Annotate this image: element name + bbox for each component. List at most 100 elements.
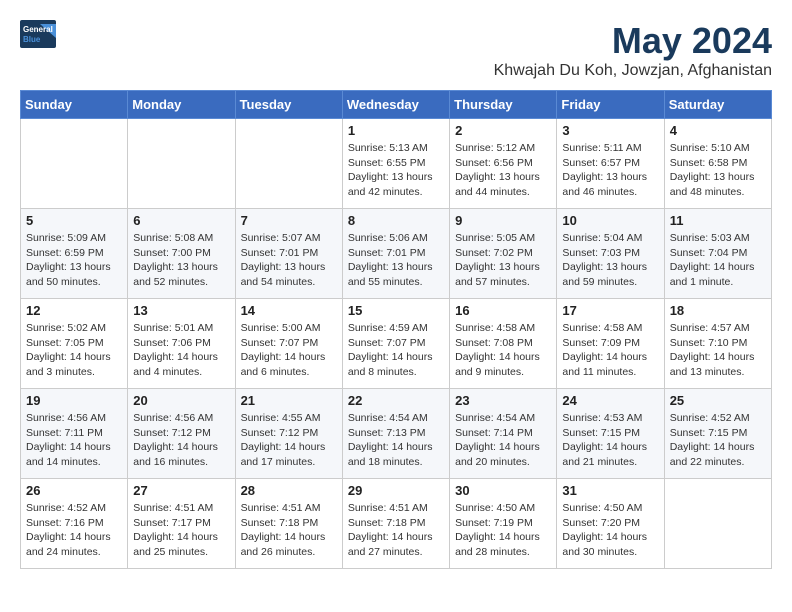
- day-info: Sunrise: 4:57 AM Sunset: 7:10 PM Dayligh…: [670, 321, 766, 380]
- day-number: 12: [26, 303, 122, 318]
- calendar-cell: 19 Sunrise: 4:56 AM Sunset: 7:11 PM Dayli…: [21, 389, 128, 479]
- calendar-cell: 2 Sunrise: 5:12 AM Sunset: 6:56 PM Daylig…: [450, 119, 557, 209]
- day-header-wednesday: Wednesday: [342, 91, 449, 119]
- day-number: 2: [455, 123, 551, 138]
- day-number: 31: [562, 483, 658, 498]
- calendar-cell: 26 Sunrise: 4:52 AM Sunset: 7:16 PM Dayli…: [21, 479, 128, 569]
- day-info: Sunrise: 5:11 AM Sunset: 6:57 PM Dayligh…: [562, 141, 658, 200]
- calendar-cell: 4 Sunrise: 5:10 AM Sunset: 6:58 PM Daylig…: [664, 119, 771, 209]
- day-info: Sunrise: 4:58 AM Sunset: 7:09 PM Dayligh…: [562, 321, 658, 380]
- day-number: 17: [562, 303, 658, 318]
- calendar-cell: 16 Sunrise: 4:58 AM Sunset: 7:08 PM Dayli…: [450, 299, 557, 389]
- day-header-sunday: Sunday: [21, 91, 128, 119]
- calendar-cell: 18 Sunrise: 4:57 AM Sunset: 7:10 PM Dayli…: [664, 299, 771, 389]
- day-number: 21: [241, 393, 337, 408]
- day-number: 28: [241, 483, 337, 498]
- day-info: Sunrise: 5:00 AM Sunset: 7:07 PM Dayligh…: [241, 321, 337, 380]
- day-info: Sunrise: 4:50 AM Sunset: 7:20 PM Dayligh…: [562, 501, 658, 560]
- day-info: Sunrise: 4:51 AM Sunset: 7:17 PM Dayligh…: [133, 501, 229, 560]
- calendar-cell: 29Sunrise: 4:51 AM Sunset: 7:18 PM Dayli…: [342, 479, 449, 569]
- calendar-cell: [128, 119, 235, 209]
- week-row-3: 12Sunrise: 5:02 AM Sunset: 7:05 PM Dayli…: [21, 299, 772, 389]
- svg-text:Blue: Blue: [23, 35, 41, 44]
- day-info: Sunrise: 4:51 AM Sunset: 7:18 PM Dayligh…: [241, 501, 337, 560]
- logo: General Blue: [20, 20, 56, 48]
- day-number: 30: [455, 483, 551, 498]
- calendar-cell: 24Sunrise: 4:53 AM Sunset: 7:15 PM Dayli…: [557, 389, 664, 479]
- calendar-cell: 21 Sunrise: 4:55 AM Sunset: 7:12 PM Dayli…: [235, 389, 342, 479]
- day-number: 27: [133, 483, 229, 498]
- day-info: Sunrise: 4:59 AM Sunset: 7:07 PM Dayligh…: [348, 321, 444, 380]
- calendar-cell: 28 Sunrise: 4:51 AM Sunset: 7:18 PM Dayli…: [235, 479, 342, 569]
- calendar-cell: 27 Sunrise: 4:51 AM Sunset: 7:17 PM Dayli…: [128, 479, 235, 569]
- calendar-cell: 22Sunrise: 4:54 AM Sunset: 7:13 PM Dayli…: [342, 389, 449, 479]
- calendar-cell: 7Sunrise: 5:07 AM Sunset: 7:01 PM Daylig…: [235, 209, 342, 299]
- day-number: 7: [241, 213, 337, 228]
- day-info: Sunrise: 5:12 AM Sunset: 6:56 PM Dayligh…: [455, 141, 551, 200]
- day-info: Sunrise: 5:01 AM Sunset: 7:06 PM Dayligh…: [133, 321, 229, 380]
- calendar-table: SundayMondayTuesdayWednesdayThursdayFrid…: [20, 90, 772, 569]
- calendar-cell: 25 Sunrise: 4:52 AM Sunset: 7:15 PM Dayli…: [664, 389, 771, 479]
- day-info: Sunrise: 5:03 AM Sunset: 7:04 PM Dayligh…: [670, 231, 766, 290]
- day-info: Sunrise: 5:06 AM Sunset: 7:01 PM Dayligh…: [348, 231, 444, 290]
- day-number: 29: [348, 483, 444, 498]
- day-header-friday: Friday: [557, 91, 664, 119]
- day-number: 6: [133, 213, 229, 228]
- calendar-cell: [664, 479, 771, 569]
- week-row-5: 26 Sunrise: 4:52 AM Sunset: 7:16 PM Dayli…: [21, 479, 772, 569]
- day-info: Sunrise: 4:55 AM Sunset: 7:12 PM Dayligh…: [241, 411, 337, 470]
- day-number: 5: [26, 213, 122, 228]
- day-number: 24: [562, 393, 658, 408]
- page-container: General Blue May 2024 Khwajah Du Koh, Jo…: [20, 20, 772, 569]
- day-number: 4: [670, 123, 766, 138]
- svg-text:General: General: [23, 25, 53, 34]
- day-number: 18: [670, 303, 766, 318]
- day-info: Sunrise: 4:56 AM Sunset: 7:12 PM Dayligh…: [133, 411, 229, 470]
- title-area: May 2024 Khwajah Du Koh, Jowzjan, Afghan…: [494, 20, 772, 80]
- calendar-cell: 5Sunrise: 5:09 AM Sunset: 6:59 PM Daylig…: [21, 209, 128, 299]
- day-number: 3: [562, 123, 658, 138]
- calendar-cell: 23Sunrise: 4:54 AM Sunset: 7:14 PM Dayli…: [450, 389, 557, 479]
- day-number: 16: [455, 303, 551, 318]
- day-number: 1: [348, 123, 444, 138]
- calendar-cell: 10 Sunrise: 5:04 AM Sunset: 7:03 PM Dayli…: [557, 209, 664, 299]
- day-info: Sunrise: 4:52 AM Sunset: 7:16 PM Dayligh…: [26, 501, 122, 560]
- day-info: Sunrise: 4:50 AM Sunset: 7:19 PM Dayligh…: [455, 501, 551, 560]
- month-title: May 2024: [494, 20, 772, 62]
- day-info: Sunrise: 4:52 AM Sunset: 7:15 PM Dayligh…: [670, 411, 766, 470]
- day-number: 8: [348, 213, 444, 228]
- day-number: 22: [348, 393, 444, 408]
- day-number: 20: [133, 393, 229, 408]
- calendar-cell: [21, 119, 128, 209]
- logo-icon: General Blue: [20, 20, 56, 48]
- day-number: 19: [26, 393, 122, 408]
- day-number: 15: [348, 303, 444, 318]
- calendar-cell: 14Sunrise: 5:00 AM Sunset: 7:07 PM Dayli…: [235, 299, 342, 389]
- week-row-1: 1 Sunrise: 5:13 AM Sunset: 6:55 PM Daylig…: [21, 119, 772, 209]
- week-row-4: 19 Sunrise: 4:56 AM Sunset: 7:11 PM Dayli…: [21, 389, 772, 479]
- day-info: Sunrise: 5:04 AM Sunset: 7:03 PM Dayligh…: [562, 231, 658, 290]
- day-info: Sunrise: 5:10 AM Sunset: 6:58 PM Dayligh…: [670, 141, 766, 200]
- day-info: Sunrise: 5:08 AM Sunset: 7:00 PM Dayligh…: [133, 231, 229, 290]
- day-info: Sunrise: 5:13 AM Sunset: 6:55 PM Dayligh…: [348, 141, 444, 200]
- day-number: 9: [455, 213, 551, 228]
- header: General Blue May 2024 Khwajah Du Koh, Jo…: [20, 20, 772, 80]
- calendar-cell: 30 Sunrise: 4:50 AM Sunset: 7:19 PM Dayli…: [450, 479, 557, 569]
- day-info: Sunrise: 4:56 AM Sunset: 7:11 PM Dayligh…: [26, 411, 122, 470]
- calendar-cell: 15 Sunrise: 4:59 AM Sunset: 7:07 PM Dayli…: [342, 299, 449, 389]
- calendar-cell: 9Sunrise: 5:05 AM Sunset: 7:02 PM Daylig…: [450, 209, 557, 299]
- calendar-cell: 6 Sunrise: 5:08 AM Sunset: 7:00 PM Daylig…: [128, 209, 235, 299]
- calendar-cell: 11Sunrise: 5:03 AM Sunset: 7:04 PM Dayli…: [664, 209, 771, 299]
- week-row-2: 5Sunrise: 5:09 AM Sunset: 6:59 PM Daylig…: [21, 209, 772, 299]
- calendar-cell: 1 Sunrise: 5:13 AM Sunset: 6:55 PM Daylig…: [342, 119, 449, 209]
- calendar-cell: 13Sunrise: 5:01 AM Sunset: 7:06 PM Dayli…: [128, 299, 235, 389]
- day-header-thursday: Thursday: [450, 91, 557, 119]
- day-info: Sunrise: 4:58 AM Sunset: 7:08 PM Dayligh…: [455, 321, 551, 380]
- calendar-cell: 31 Sunrise: 4:50 AM Sunset: 7:20 PM Dayli…: [557, 479, 664, 569]
- day-number: 26: [26, 483, 122, 498]
- calendar-cell: [235, 119, 342, 209]
- calendar-cell: 3 Sunrise: 5:11 AM Sunset: 6:57 PM Daylig…: [557, 119, 664, 209]
- day-number: 25: [670, 393, 766, 408]
- day-number: 10: [562, 213, 658, 228]
- header-row: SundayMondayTuesdayWednesdayThursdayFrid…: [21, 91, 772, 119]
